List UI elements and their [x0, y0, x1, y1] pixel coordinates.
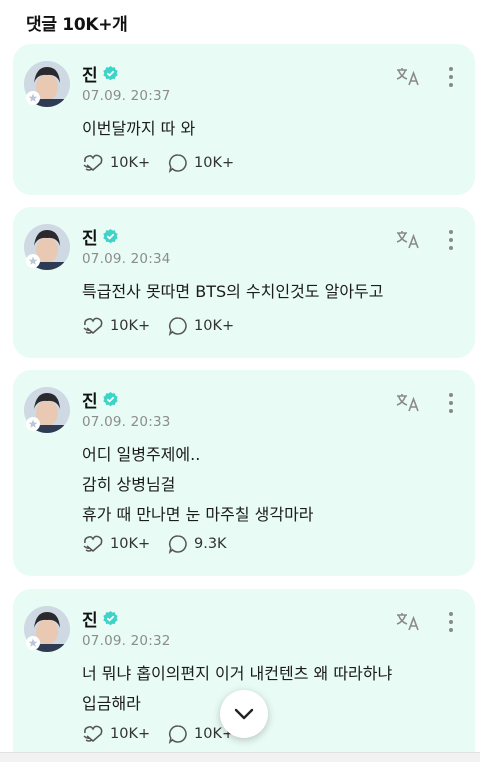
reply-button[interactable]: 10K+ [168, 316, 234, 336]
verified-icon [102, 610, 118, 625]
scroll-down-button[interactable] [220, 690, 268, 738]
like-button[interactable]: 10K+ [82, 153, 150, 173]
like-count: 10K+ [110, 726, 151, 742]
author-row: 진 [82, 224, 119, 249]
reply-count: 10K+ [194, 318, 235, 334]
comment-line: 이번달까지 따 와 [82, 119, 196, 138]
like-icon [83, 535, 103, 552]
author-name[interactable]: 진 [82, 224, 98, 249]
comments-count-title: 댓글 10K+개 [26, 15, 128, 35]
like-count: 10K+ [110, 536, 151, 552]
reply-icon [168, 535, 187, 554]
comment-card: 진 07.09. 20:33 어디 일병주제에.. 감히 상병님걸 휴가 때 만… [13, 370, 475, 576]
comment-time: 07.09. 20:37 [82, 88, 171, 104]
translate-icon[interactable] [395, 611, 421, 633]
reply-button[interactable]: 10K+ [168, 153, 234, 173]
comment-line: 어디 일병주제에.. [82, 445, 201, 464]
comments-header: 댓글 10K+개 [0, 0, 480, 44]
author-row: 진 [82, 606, 119, 631]
like-button[interactable]: 10K+ [82, 316, 150, 336]
translate-icon[interactable] [395, 229, 421, 251]
author-name[interactable]: 진 [82, 61, 98, 86]
like-icon [83, 154, 103, 171]
chevron-down-icon [234, 708, 254, 720]
comment-line: 너 뭐냐 홉이의편지 이거 내컨텐츠 왜 따라하냐 [82, 664, 393, 683]
reply-button[interactable]: 9.3K [168, 534, 227, 554]
comment-line: 특급전사 못따면 BTS의 수치인것도 알아두고 [82, 282, 384, 301]
comment-text: 특급전사 못따면 BTS의 수치인것도 알아두고 [82, 277, 384, 307]
like-count: 10K+ [110, 155, 151, 171]
comment-time: 07.09. 20:33 [82, 414, 171, 430]
reply-icon [168, 154, 187, 173]
comment-card: 진 07.09. 20:37 이번달까지 따 와 10K+ 10K+ [13, 44, 475, 195]
translate-icon[interactable] [395, 66, 421, 88]
comment-line: 감히 상병님걸 [82, 475, 176, 494]
reply-icon [168, 317, 187, 336]
like-count: 10K+ [110, 318, 151, 334]
reply-count: 9.3K [194, 536, 227, 552]
star-badge-icon [26, 636, 40, 650]
comment-time: 07.09. 20:32 [82, 633, 171, 649]
verified-icon [102, 228, 118, 243]
comment-text: 어디 일병주제에.. 감히 상병님걸 휴가 때 만나면 눈 마주칠 생각마라 [82, 440, 314, 530]
star-badge-icon [26, 417, 40, 431]
author-row: 진 [82, 387, 119, 412]
more-icon[interactable] [447, 392, 455, 414]
star-badge-icon [26, 91, 40, 105]
comment-line: 휴가 때 만나면 눈 마주칠 생각마라 [82, 505, 314, 524]
comment-time: 07.09. 20:34 [82, 251, 171, 267]
reply-count: 10K+ [194, 155, 235, 171]
like-icon [83, 725, 103, 742]
comment-card: 진 07.09. 20:34 특급전사 못따면 BTS의 수치인것도 알아두고 … [13, 207, 475, 358]
more-icon[interactable] [447, 611, 455, 633]
star-badge-icon [26, 254, 40, 268]
translate-icon[interactable] [395, 392, 421, 414]
like-icon [83, 317, 103, 334]
reply-icon [168, 725, 187, 744]
author-row: 진 [82, 61, 119, 86]
more-icon[interactable] [447, 66, 455, 88]
comment-text: 이번달까지 따 와 [82, 114, 195, 144]
bottom-bar [0, 752, 480, 762]
like-button[interactable]: 10K+ [82, 724, 150, 744]
verified-icon [102, 65, 118, 80]
more-icon[interactable] [447, 229, 455, 251]
author-name[interactable]: 진 [82, 387, 98, 412]
like-button[interactable]: 10K+ [82, 534, 150, 554]
author-name[interactable]: 진 [82, 606, 98, 631]
verified-icon [102, 391, 118, 406]
